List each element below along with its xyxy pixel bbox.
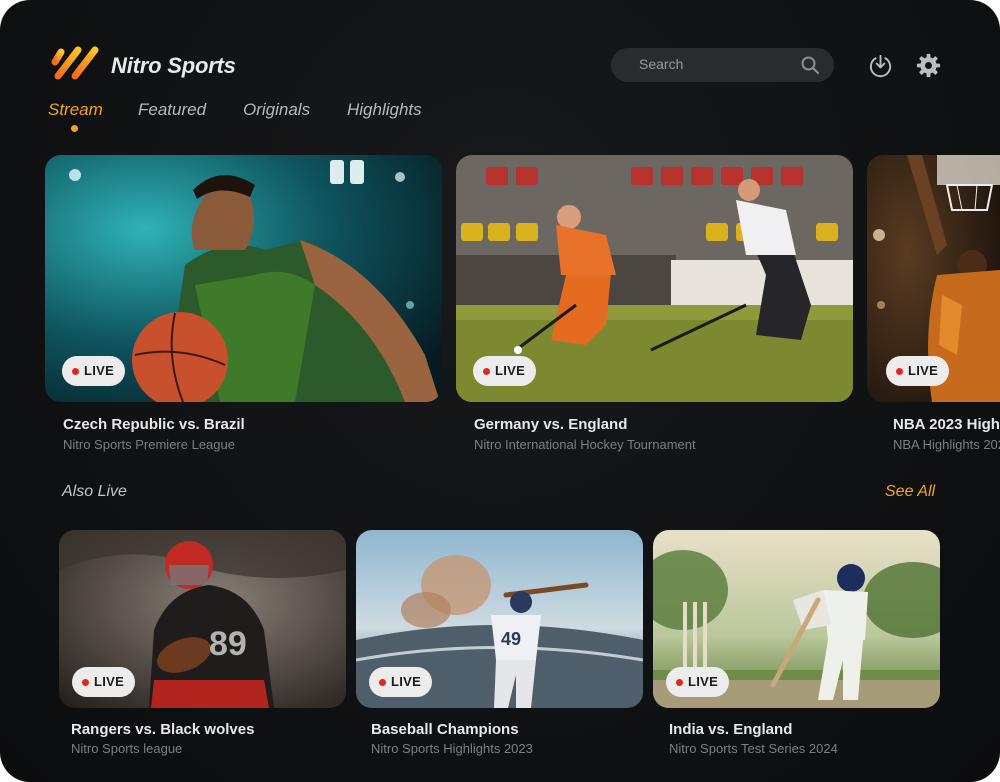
- brand-name: Nitro Sports: [111, 53, 236, 78]
- active-tab-indicator: [71, 125, 78, 132]
- search-bar[interactable]: Search: [611, 48, 834, 82]
- live-label: LIVE: [908, 363, 939, 378]
- tab-originals[interactable]: Originals: [243, 100, 310, 120]
- live-badge: LIVE: [369, 667, 433, 697]
- svg-text:49: 49: [501, 629, 521, 649]
- search-icon[interactable]: [800, 55, 820, 75]
- card-title: Czech Republic vs. Brazil: [63, 416, 245, 433]
- card-subtitle: Nitro International Hockey Tournament: [474, 437, 696, 452]
- see-all-link[interactable]: See All: [885, 483, 935, 501]
- card-subtitle: Nitro Sports Premiere League: [63, 437, 235, 452]
- tab-stream[interactable]: Stream: [48, 100, 103, 120]
- live-badge: LIVE: [62, 356, 126, 386]
- tab-highlights[interactable]: Highlights: [347, 100, 422, 120]
- live-label: LIVE: [391, 674, 422, 689]
- card-title: Baseball Champions: [371, 721, 519, 738]
- live-dot: [483, 368, 490, 375]
- card-title: India vs. England: [669, 721, 793, 738]
- live-label: LIVE: [495, 363, 526, 378]
- live-dot: [896, 368, 903, 375]
- card-title: Germany vs. England: [474, 416, 628, 433]
- live-label: LIVE: [94, 674, 125, 689]
- live-label: LIVE: [688, 674, 719, 689]
- tab-featured[interactable]: Featured: [138, 100, 206, 120]
- svg-text:89: 89: [209, 625, 247, 663]
- card-subtitle: Nitro Sports Highlights 2023: [371, 741, 533, 756]
- live-badge: LIVE: [886, 356, 950, 386]
- live-badge: LIVE: [666, 667, 730, 697]
- live-badge: LIVE: [72, 667, 136, 697]
- card-title: NBA 2023 Highlights: [893, 416, 1000, 433]
- nitro-logo: [51, 46, 99, 80]
- download-icon[interactable]: [867, 52, 894, 79]
- live-badge: LIVE: [473, 356, 537, 386]
- live-dot: [379, 679, 386, 686]
- live-label: LIVE: [84, 363, 115, 378]
- app-frame: Nitro Sports Search Stream Featured Orig…: [0, 0, 1000, 782]
- live-dot: [82, 679, 89, 686]
- card-subtitle: Nitro Sports Test Series 2024: [669, 741, 838, 756]
- live-dot: [676, 679, 683, 686]
- card-title: Rangers vs. Black wolves: [71, 721, 255, 738]
- card-subtitle: Nitro Sports league: [71, 741, 183, 756]
- card-subtitle: NBA Highlights 2023: [893, 437, 1000, 452]
- live-dot: [72, 368, 79, 375]
- section-title-also-live: Also Live: [62, 483, 127, 500]
- search-placeholder: Search: [639, 56, 684, 72]
- gear-icon[interactable]: [915, 52, 942, 79]
